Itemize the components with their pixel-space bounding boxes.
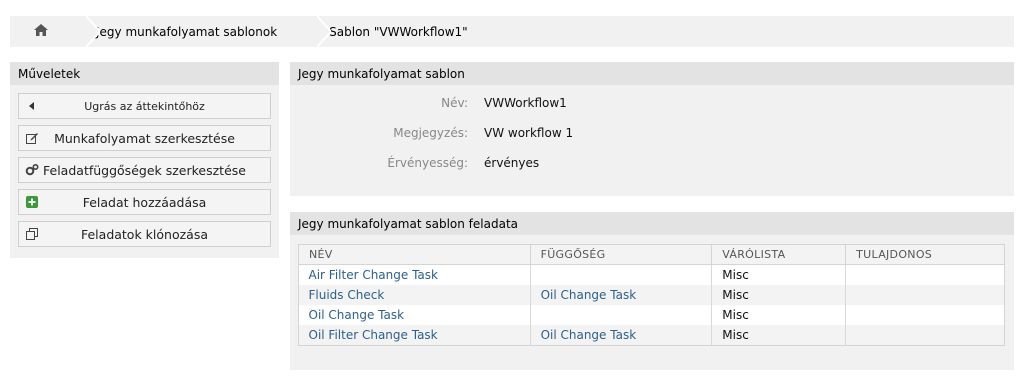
actions-panel-title: Műveletek <box>10 62 279 85</box>
field-name: Név: VWWorkflow1 <box>290 88 1014 118</box>
breadcrumb-home[interactable] <box>10 16 100 47</box>
template-tasks-title: Jegy munkafolyamat sablon feladata <box>290 212 1014 235</box>
field-label: Megjegyzés: <box>393 126 468 140</box>
table-row: Oil Filter Change Task Oil Change Task M… <box>298 324 1005 345</box>
column-header-dependency[interactable]: FÜGGŐSÉG <box>529 244 713 265</box>
owner-cell <box>845 304 1005 325</box>
edit-workflow-button[interactable]: Munkafolyamat szerkesztése <box>18 125 271 151</box>
column-header-queue[interactable]: VÁRÓLISTA <box>711 244 847 265</box>
owner-cell <box>845 264 1005 285</box>
field-value: VW workflow 1 <box>484 126 574 140</box>
clone-icon <box>25 227 39 241</box>
template-details-title: Jegy munkafolyamat sablon <box>290 62 1014 85</box>
queue-cell: Misc <box>711 264 847 285</box>
table-header-row: NÉV FÜGGŐSÉG VÁRÓLISTA TULAJDONOS <box>298 244 1005 265</box>
edit-icon <box>25 131 39 145</box>
actions-panel: Műveletek Ugrás az áttekintőhöz Munkafol… <box>10 62 279 258</box>
clone-tasks-button[interactable]: Feladatok klónozása <box>18 221 271 247</box>
field-value: VWWorkflow1 <box>484 96 567 110</box>
dependency-link[interactable]: Oil Change Task <box>541 288 637 302</box>
dependency-link[interactable]: Oil Change Task <box>541 328 637 342</box>
queue-cell: Misc <box>711 304 847 325</box>
task-link[interactable]: Oil Filter Change Task <box>309 328 438 342</box>
table-row: Fluids Check Oil Change Task Misc <box>298 284 1005 305</box>
column-header-owner[interactable]: TULAJDONOS <box>845 244 1005 265</box>
field-comment: Megjegyzés: VW workflow 1 <box>290 118 1014 148</box>
edit-task-dependencies-button[interactable]: Feladatfüggőségek szerkesztése <box>18 157 271 183</box>
owner-cell <box>845 284 1005 305</box>
owner-cell <box>845 324 1005 345</box>
task-link[interactable]: Fluids Check <box>309 288 385 302</box>
task-link[interactable]: Oil Change Task <box>309 308 405 322</box>
home-icon <box>34 24 48 39</box>
queue-cell: Misc <box>711 284 847 305</box>
breadcrumb: Jegy munkafolyamat sablonok Sablon "VWWo… <box>10 16 1014 47</box>
go-to-overview-button[interactable]: Ugrás az áttekintőhöz <box>18 93 271 119</box>
breadcrumb-item-templates[interactable]: Jegy munkafolyamat sablonok <box>72 16 332 47</box>
task-link[interactable]: Air Filter Change Task <box>309 268 438 282</box>
gears-icon <box>25 163 39 177</box>
table-row: Oil Change Task Misc <box>298 304 1005 325</box>
queue-cell: Misc <box>711 324 847 345</box>
breadcrumb-label[interactable]: Jegy munkafolyamat sablonok <box>96 25 277 39</box>
field-label: Név: <box>441 96 468 110</box>
field-validity: Érvényesség: érvényes <box>290 148 1014 178</box>
field-value: érvényes <box>484 156 540 170</box>
caret-left-icon <box>25 99 39 113</box>
plus-square-icon <box>25 195 39 209</box>
add-task-button[interactable]: Feladat hozzáadása <box>18 189 271 215</box>
table-row: Air Filter Change Task Misc <box>298 264 1005 285</box>
template-details-panel: Jegy munkafolyamat sablon Név: VWWorkflo… <box>290 62 1014 196</box>
field-label: Érvényesség: <box>387 156 468 170</box>
template-tasks-panel: Jegy munkafolyamat sablon feladata NÉV F… <box>290 212 1014 370</box>
breadcrumb-label: Sablon "VWWorkflow1" <box>329 24 468 39</box>
tasks-table: NÉV FÜGGŐSÉG VÁRÓLISTA TULAJDONOS Air Fi… <box>298 244 1005 345</box>
column-header-name[interactable]: NÉV <box>298 244 531 265</box>
